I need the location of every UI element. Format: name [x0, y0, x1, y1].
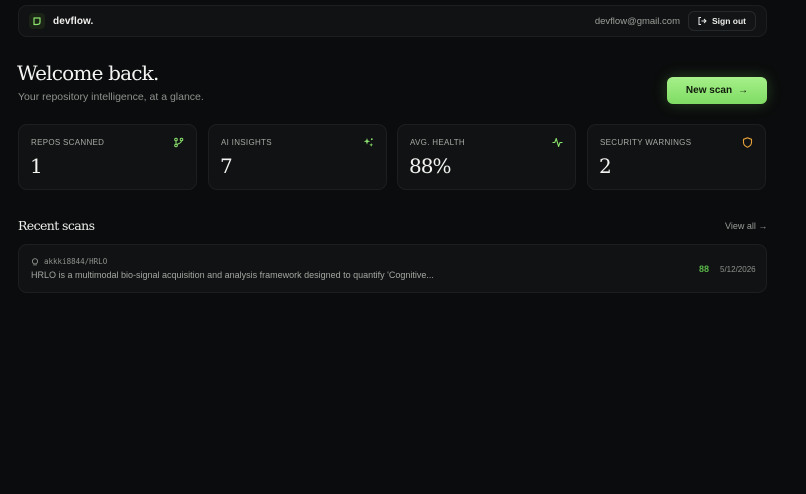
health-score: 88 — [699, 264, 710, 274]
stat-card-repos-scanned: REPOS SCANNED 1 — [18, 124, 197, 190]
git-branch-icon — [174, 137, 184, 148]
new-scan-label: New scan — [685, 85, 733, 96]
logo-icon — [29, 13, 45, 29]
repo-icon — [31, 257, 39, 266]
scan-date: 5/12/2026 — [720, 265, 756, 274]
shield-icon — [742, 137, 753, 148]
recent-scans-heading: Recent scans — [18, 218, 95, 233]
stat-card-security-warnings: SECURITY WARNINGS 2 — [587, 124, 766, 190]
page-title: Welcome back. — [17, 61, 159, 85]
repo-name: akkki8844/HRLO — [44, 257, 108, 266]
stat-value: 2 — [599, 154, 612, 178]
sign-out-label: Sign out — [712, 16, 746, 26]
stat-card-avg-health: AVG. HEALTH 88% — [397, 124, 576, 190]
stat-value: 88% — [409, 154, 451, 178]
arrow-right-icon: → — [738, 85, 749, 96]
sign-out-icon — [698, 17, 707, 25]
stat-card-ai-insights: AI INSIGHTS 7 — [208, 124, 387, 190]
brand[interactable]: devflow. — [29, 13, 93, 29]
stat-label: SECURITY WARNINGS — [600, 138, 692, 147]
top-navbar: devflow. devflow@gmail.com Sign out — [18, 5, 767, 37]
stat-label: AI INSIGHTS — [221, 138, 272, 147]
activity-icon — [552, 137, 563, 148]
stat-label: AVG. HEALTH — [410, 138, 466, 147]
view-all-link[interactable]: View all → — [725, 221, 767, 231]
page-subtitle: Your repository intelligence, at a glanc… — [18, 91, 204, 103]
brand-name: devflow. — [53, 15, 94, 27]
stat-value: 7 — [220, 154, 233, 178]
user-email: devflow@gmail.com — [594, 15, 680, 27]
recent-scan-row[interactable]: akkki8844/HRLO HRLO is a multimodal bio-… — [18, 244, 767, 293]
stat-label: REPOS SCANNED — [31, 138, 105, 147]
sparkles-icon — [363, 138, 374, 147]
repo-description: HRLO is a multimodal bio-signal acquisit… — [31, 270, 434, 280]
sign-out-button[interactable]: Sign out — [688, 11, 756, 31]
stat-value: 1 — [30, 154, 43, 178]
new-scan-button[interactable]: New scan → — [667, 77, 767, 104]
